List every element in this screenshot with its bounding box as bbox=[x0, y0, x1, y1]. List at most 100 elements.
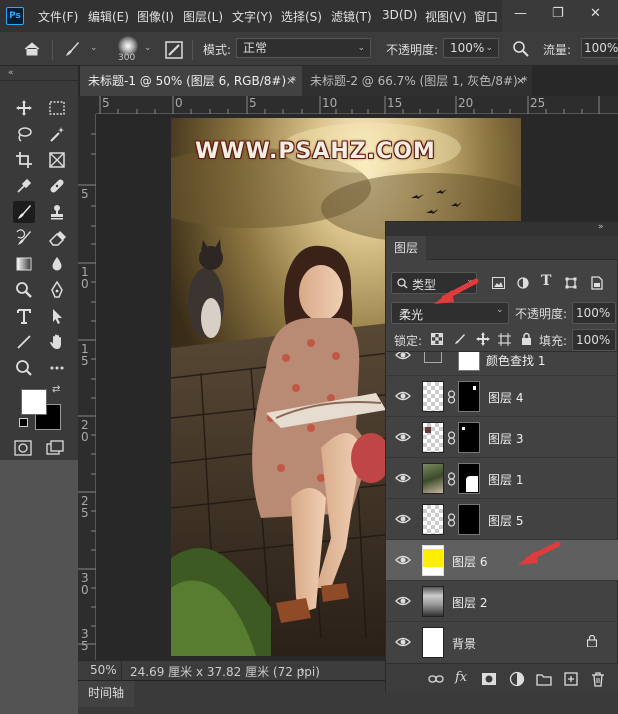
layer-row-4[interactable]: 图层 4 bbox=[386, 376, 618, 417]
gradient-tool-icon[interactable] bbox=[13, 253, 35, 275]
layer-effects-icon[interactable]: fx bbox=[455, 670, 467, 685]
marquee-tool-icon[interactable] bbox=[46, 97, 68, 119]
magic-wand-tool-icon[interactable] bbox=[46, 123, 68, 145]
brush-preset-icon[interactable] bbox=[62, 39, 82, 59]
new-group-icon[interactable] bbox=[536, 671, 552, 687]
mode-dropdown[interactable]: 正常 ⌄ bbox=[236, 38, 371, 58]
menu-image[interactable]: 图像(I) bbox=[137, 8, 174, 25]
layer-name[interactable]: 图层 4 bbox=[488, 389, 523, 406]
layer-name[interactable]: 图层 2 bbox=[452, 594, 487, 611]
close-icon[interactable]: × bbox=[516, 66, 525, 96]
chevron-down-icon[interactable]: ⌄ bbox=[90, 43, 98, 53]
frame-tool-icon[interactable] bbox=[46, 149, 68, 171]
layer-thumbnail[interactable] bbox=[422, 504, 444, 535]
filter-type-icon[interactable]: T bbox=[541, 273, 551, 289]
layer-name[interactable]: 图层 5 bbox=[488, 512, 523, 529]
layer-name[interactable]: 背景 bbox=[452, 635, 476, 652]
more-tools-icon[interactable] bbox=[46, 357, 68, 379]
eye-icon[interactable] bbox=[395, 389, 411, 403]
add-mask-icon[interactable] bbox=[481, 671, 497, 687]
collapse-panel-icon[interactable]: » bbox=[598, 222, 604, 232]
lasso-tool-icon[interactable] bbox=[13, 123, 35, 145]
filter-pixel-icon[interactable] bbox=[492, 277, 505, 289]
tab-layers[interactable]: 图层 bbox=[386, 236, 426, 260]
layer-thumbnail[interactable] bbox=[422, 381, 444, 412]
clone-stamp-tool-icon[interactable] bbox=[46, 201, 68, 223]
layer-row-5[interactable]: 图层 5 bbox=[386, 499, 618, 540]
pressure-opacity-icon[interactable] bbox=[512, 40, 530, 58]
brush-settings-icon[interactable] bbox=[164, 40, 184, 60]
eyedropper-tool-icon[interactable] bbox=[13, 175, 35, 197]
menu-view[interactable]: 视图(V) bbox=[425, 8, 467, 25]
lock-position-icon[interactable] bbox=[476, 332, 490, 346]
opacity-field[interactable]: 100% ⌄ bbox=[443, 38, 499, 58]
new-layer-icon[interactable] bbox=[563, 671, 579, 687]
photoshop-logo-icon[interactable]: Ps bbox=[6, 7, 24, 25]
lock-icon[interactable] bbox=[587, 635, 597, 647]
eye-icon[interactable] bbox=[395, 471, 411, 485]
zoom-level[interactable]: 50% bbox=[90, 663, 117, 677]
eye-icon[interactable] bbox=[395, 430, 411, 444]
screen-mode-icon[interactable] bbox=[46, 440, 64, 456]
layer-name[interactable]: 图层 6 bbox=[452, 553, 487, 570]
layer-row-6[interactable]: 图层 6 bbox=[386, 540, 618, 581]
type-tool-icon[interactable] bbox=[13, 305, 35, 327]
lock-image-pixels-icon[interactable] bbox=[454, 333, 466, 345]
line-tool-icon[interactable] bbox=[13, 331, 35, 353]
hand-tool-icon[interactable] bbox=[46, 331, 68, 353]
layer-thumbnail[interactable] bbox=[422, 422, 444, 453]
layer-mask-thumbnail[interactable] bbox=[458, 352, 480, 371]
tab-document-1[interactable]: 未标题-1 @ 50% (图层 6, RGB/8#) * × bbox=[80, 66, 302, 96]
quick-mask-icon[interactable] bbox=[14, 440, 32, 456]
home-icon[interactable] bbox=[23, 41, 41, 57]
dodge-tool-icon[interactable] bbox=[13, 279, 35, 301]
layer-thumbnail[interactable] bbox=[422, 545, 444, 576]
lock-all-icon[interactable] bbox=[521, 332, 532, 345]
menu-select[interactable]: 选择(S) bbox=[281, 8, 322, 25]
layer-row-1[interactable]: 图层 1 bbox=[386, 458, 618, 499]
menu-window[interactable]: 窗口 bbox=[474, 8, 498, 25]
status-menu-arrow-icon[interactable]: › bbox=[300, 663, 305, 677]
layer-name[interactable]: 颜色查找 1 bbox=[486, 352, 545, 369]
layer-fill-field[interactable]: 100% bbox=[572, 329, 616, 351]
flow-field[interactable]: 100% bbox=[581, 38, 618, 58]
healing-brush-tool-icon[interactable] bbox=[46, 175, 68, 197]
menu-type[interactable]: 文字(Y) bbox=[232, 8, 273, 25]
zoom-tool-icon[interactable] bbox=[13, 357, 35, 379]
path-selection-tool-icon[interactable] bbox=[46, 305, 68, 327]
link-icon[interactable] bbox=[447, 431, 456, 445]
menu-file[interactable]: 文件(F) bbox=[38, 8, 78, 25]
new-adjustment-layer-icon[interactable] bbox=[509, 671, 525, 687]
delete-layer-icon[interactable] bbox=[590, 671, 606, 687]
layer-mask-thumbnail[interactable] bbox=[458, 381, 480, 412]
lock-transparent-pixels-icon[interactable] bbox=[431, 333, 443, 345]
eye-icon[interactable] bbox=[395, 594, 411, 608]
layer-name[interactable]: 图层 3 bbox=[488, 430, 523, 447]
menu-layer[interactable]: 图层(L) bbox=[183, 8, 223, 25]
swap-colors-icon[interactable]: ⇄ bbox=[52, 384, 60, 395]
restore-icon[interactable]: ❐ bbox=[552, 6, 564, 21]
layer-row-3[interactable]: 图层 3 bbox=[386, 417, 618, 458]
blur-tool-icon[interactable] bbox=[46, 253, 68, 275]
layer-thumbnail[interactable] bbox=[422, 463, 444, 494]
layer-opacity-field[interactable]: 100% bbox=[572, 302, 616, 324]
close-icon[interactable]: ✕ bbox=[590, 6, 601, 21]
eye-icon[interactable] bbox=[395, 635, 411, 649]
crop-tool-icon[interactable] bbox=[13, 149, 35, 171]
minimize-icon[interactable]: — bbox=[514, 6, 527, 21]
layer-row-background[interactable]: 背景 bbox=[386, 622, 618, 663]
layer-mask-thumbnail[interactable] bbox=[458, 422, 480, 453]
default-colors-icon[interactable] bbox=[19, 418, 28, 427]
filter-shape-icon[interactable] bbox=[565, 277, 577, 289]
tab-timeline[interactable]: 时间轴 bbox=[78, 681, 134, 707]
brush-tool-icon[interactable] bbox=[13, 201, 35, 223]
link-icon[interactable] bbox=[447, 513, 456, 527]
menu-edit[interactable]: 编辑(E) bbox=[88, 8, 129, 25]
layer-row-2[interactable]: 图层 2 bbox=[386, 581, 618, 622]
pen-tool-icon[interactable] bbox=[46, 279, 68, 301]
link-icon[interactable] bbox=[447, 472, 456, 486]
eye-icon[interactable] bbox=[395, 512, 411, 526]
link-icon[interactable] bbox=[447, 390, 456, 404]
filter-adjustment-icon[interactable] bbox=[517, 277, 529, 289]
foreground-color-swatch[interactable] bbox=[21, 389, 47, 415]
